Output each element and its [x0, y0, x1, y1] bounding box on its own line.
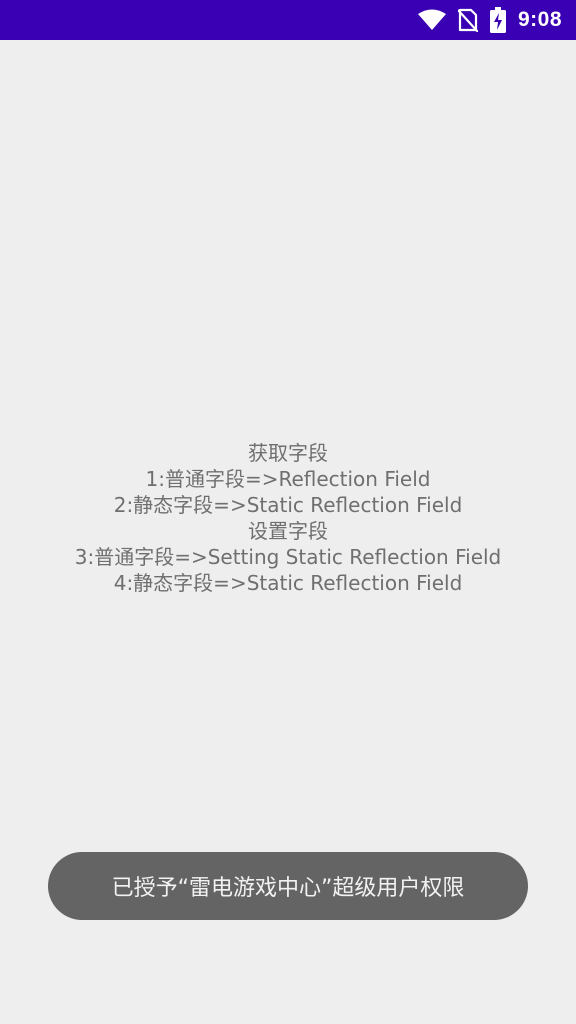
- battery-charging-icon: [489, 7, 506, 33]
- status-bar: 9:08: [0, 0, 576, 40]
- toast-message: 已授予“雷电游戏中心”超级用户权限: [111, 876, 465, 901]
- field-line-3: 3:普通字段=>Setting Static Reflection Field: [74, 545, 502, 569]
- field-line-2: 2:静态字段=>Static Reflection Field: [113, 493, 463, 517]
- field-line-1: 1:普通字段=>Reflection Field: [145, 467, 431, 491]
- wifi-icon: [417, 9, 446, 31]
- no-sim-icon: [457, 8, 478, 32]
- app-screen: 9:08 获取字段 1:普通字段=>Reflection Field 2:静态字…: [0, 0, 576, 1024]
- status-clock: 9:08: [517, 8, 562, 31]
- field-reflection-text: 获取字段 1:普通字段=>Reflection Field 2:静态字段=>St…: [0, 440, 576, 596]
- get-fields-heading: 获取字段: [248, 441, 328, 465]
- set-fields-heading: 设置字段: [248, 519, 328, 543]
- status-icons: 9:08: [417, 0, 562, 40]
- field-line-4: 4:静态字段=>Static Reflection Field: [113, 571, 463, 595]
- superuser-toast: 已授予“雷电游戏中心”超级用户权限: [48, 852, 528, 920]
